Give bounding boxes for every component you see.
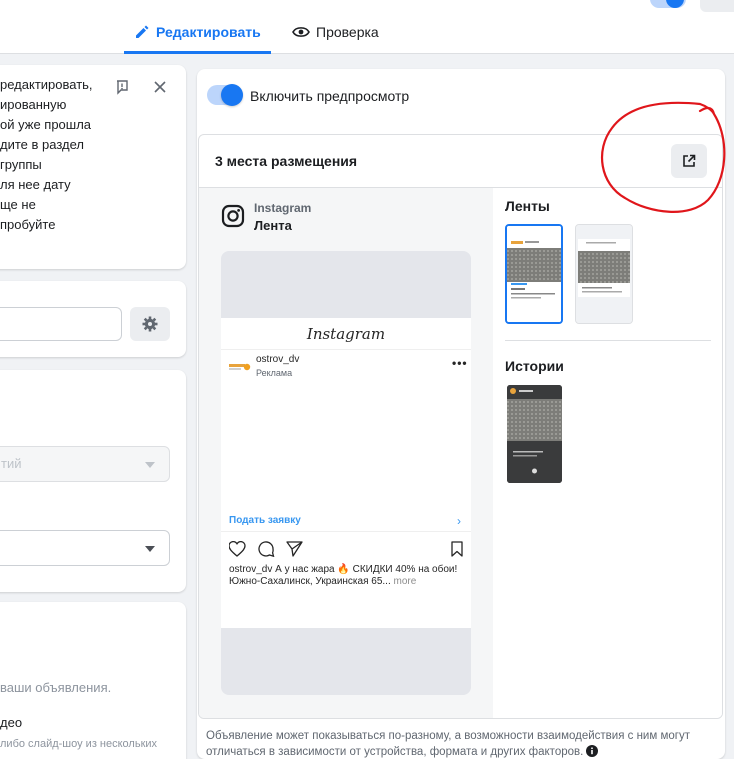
notice-line: ля нее дату — [0, 177, 71, 192]
top-toggle[interactable] — [650, 0, 686, 8]
phone-mockup: Instagram ostrov_dv Реклама ••• Подать з… — [221, 251, 471, 695]
disclaimer-text: Объявление может показываться по-разному… — [206, 728, 721, 759]
platform-name: Instagram — [254, 201, 312, 215]
notice-line: редактировать, — [0, 77, 93, 92]
dropdown-select[interactable] — [0, 530, 170, 566]
top-bar: Редактировать Проверка — [0, 0, 734, 54]
disclaimer-body: Объявление может показываться по-разному… — [206, 730, 690, 758]
info-icon[interactable] — [586, 745, 599, 757]
more-options-icon: ••• — [452, 356, 468, 370]
notice-card: редактировать, ированную ой уже прошла д… — [0, 65, 186, 269]
settings-button[interactable] — [130, 307, 170, 341]
account-name: ostrov_dv — [256, 354, 300, 365]
notice-line: ированную — [0, 97, 67, 112]
flag-icon[interactable] — [114, 79, 130, 95]
preview-panel: Включить предпросмотр 3 места размещения… — [197, 69, 725, 759]
feeds-label: Ленты — [505, 198, 550, 214]
send-icon — [286, 541, 303, 557]
instagram-icon — [221, 204, 245, 228]
story-thumbnail[interactable] — [507, 385, 562, 483]
format-option-hint: либо слайд-шоу из нескольких — [0, 738, 158, 750]
heart-icon — [229, 541, 246, 557]
tab-check-label: Проверка — [316, 24, 379, 40]
external-link-icon — [683, 154, 696, 167]
options-card: тий — [0, 370, 186, 592]
feed-thumbnail-image — [507, 226, 561, 322]
gear-icon — [142, 316, 158, 332]
story-thumbnail-image — [507, 385, 562, 483]
account-avatar — [229, 363, 251, 371]
format-description: ваши объявления. — [0, 680, 112, 695]
instagram-post-preview: Instagram ostrov_dv Реклама ••• Подать з… — [221, 318, 471, 628]
disabled-select-value: тий — [1, 456, 22, 471]
notice-line: дите в раздел — [0, 137, 84, 152]
eye-icon — [292, 27, 310, 37]
chevron-down-icon — [145, 546, 155, 552]
notice-line: пробуйте — [0, 217, 56, 232]
close-icon[interactable] — [152, 79, 168, 95]
notice-line: ще не — [0, 197, 36, 212]
feed-thumbnail-image — [576, 225, 632, 323]
chevron-down-icon — [145, 462, 155, 468]
feed-thumbnail-instagram[interactable] — [505, 224, 563, 324]
chevron-right-icon: › — [457, 514, 461, 528]
placements-header: 3 места размещения — [199, 135, 722, 188]
tab-check[interactable]: Проверка — [282, 16, 389, 52]
feed-thumbnail-facebook[interactable] — [575, 224, 633, 324]
stories-label: Истории — [505, 358, 564, 374]
bookmark-icon — [451, 541, 463, 557]
divider — [505, 340, 711, 341]
format-option-video[interactable]: део — [0, 715, 22, 730]
disabled-select: тий — [0, 446, 170, 482]
notice-line: ой уже прошла — [0, 117, 92, 132]
format-card: ваши объявления. део либо слайд-шоу из н… — [0, 602, 186, 759]
open-preview-button[interactable] — [671, 144, 707, 178]
tab-edit-label: Редактировать — [156, 23, 261, 40]
name-input[interactable] — [0, 307, 122, 341]
name-input-card — [0, 281, 186, 357]
placements-box: 3 места размещения Instagram Лента Insta… — [198, 134, 723, 719]
caption-line: ostrov_dv А у нас жара 🔥 СКИДКИ 40% на о… — [229, 564, 458, 575]
placement-name: Лента — [254, 218, 292, 233]
notice-text: редактировать, ированную ой уже прошла д… — [0, 75, 110, 235]
preview-area: Instagram Лента Instagram ostrov_dv Рекл… — [199, 188, 493, 718]
post-actions — [229, 541, 463, 557]
tab-edit[interactable]: Редактировать — [124, 16, 271, 54]
notice-line: группы — [0, 157, 42, 172]
preview-toggle-label: Включить предпросмотр — [250, 88, 410, 104]
caption-text: Южно-Сахалинск, Украинская 65... — [229, 576, 391, 587]
pencil-icon — [136, 25, 149, 38]
cta-bar: Подать заявку › — [221, 510, 471, 532]
instagram-header: Instagram — [221, 318, 471, 350]
caption-line: Южно-Сахалинск, Украинская 65... more — [229, 576, 416, 587]
caption-more: more — [393, 576, 417, 587]
placement-selector: Ленты Истории — [493, 188, 722, 718]
instagram-wordmark: Instagram — [306, 324, 386, 343]
comment-icon — [258, 541, 275, 557]
placements-title: 3 места размещения — [215, 153, 358, 169]
top-corner-button[interactable] — [700, 0, 734, 12]
sponsored-label: Реклама — [256, 368, 293, 378]
preview-toggle[interactable] — [207, 84, 243, 106]
cta-label: Подать заявку — [229, 515, 301, 526]
